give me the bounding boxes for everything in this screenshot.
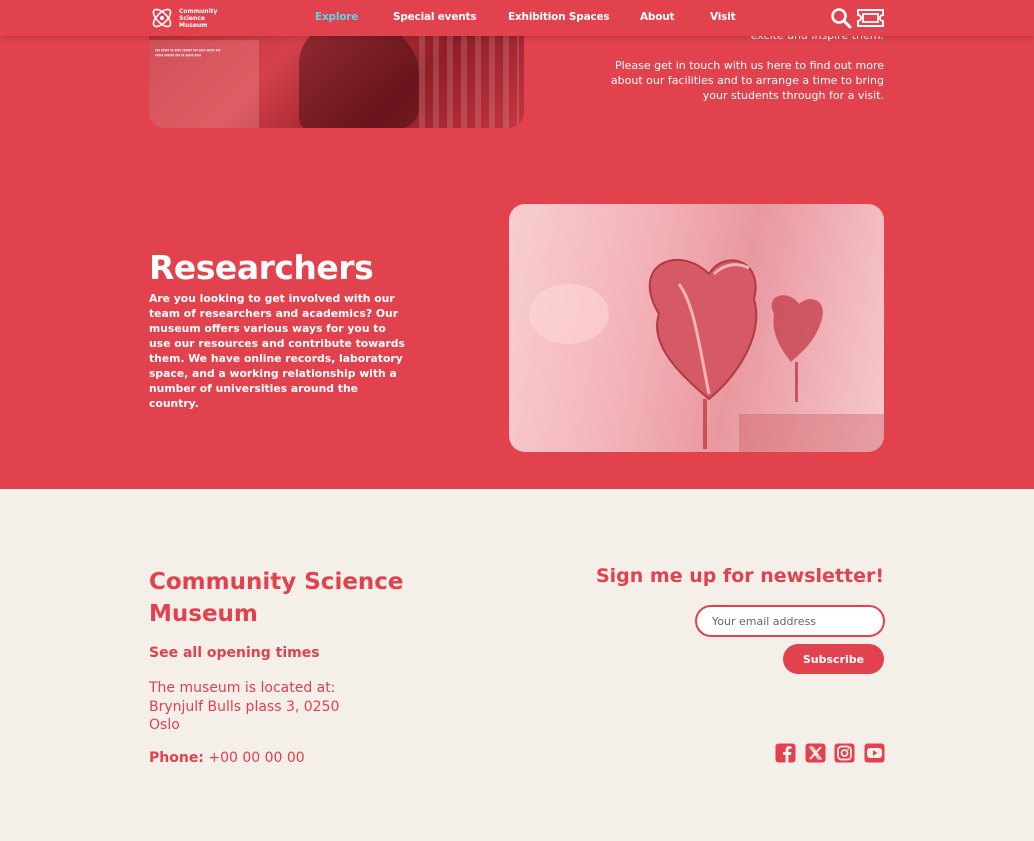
- facebook-icon[interactable]: [775, 743, 796, 763]
- education-intro: excite and inspire them. Please get in t…: [584, 28, 884, 103]
- museum-address: The museum is located at: Brynjulf Bulls…: [149, 680, 340, 733]
- instagram-icon[interactable]: [834, 743, 855, 763]
- x-icon[interactable]: [805, 743, 826, 763]
- researchers-title: Researchers: [149, 248, 374, 287]
- footer-museum-title: Community Science Museum: [149, 569, 404, 627]
- researchers-body: Are you looking to get involved with our…: [149, 292, 405, 410]
- newsletter-title: Sign me up for newsletter!: [595, 565, 884, 587]
- nav-visit[interactable]: Visit: [710, 11, 736, 23]
- anatomical-heart-image: [509, 204, 884, 452]
- site-header: Community Science Museum Explore Special…: [0, 0, 1034, 36]
- nav-about[interactable]: About: [640, 11, 675, 23]
- phone-value[interactable]: +00 00 00 00: [208, 750, 304, 766]
- opening-times-link[interactable]: See all opening times: [149, 645, 320, 661]
- newsletter-email-input[interactable]: [695, 605, 885, 637]
- phone-label: Phone:: [149, 750, 204, 766]
- phone-info: Phone: +00 00 00 00: [149, 750, 305, 766]
- ticket-icon[interactable]: [856, 9, 885, 27]
- nav-exhibition-spaces[interactable]: Exhibition Spaces: [508, 11, 610, 23]
- intro-contact-text: Please get in touch with us here to find…: [610, 59, 884, 102]
- nav-explore[interactable]: Explore: [315, 11, 358, 23]
- subscribe-button[interactable]: Subscribe: [783, 644, 884, 674]
- youtube-icon[interactable]: [864, 743, 885, 763]
- search-icon[interactable]: [830, 7, 852, 29]
- nav-special-events[interactable]: Special events: [393, 11, 477, 23]
